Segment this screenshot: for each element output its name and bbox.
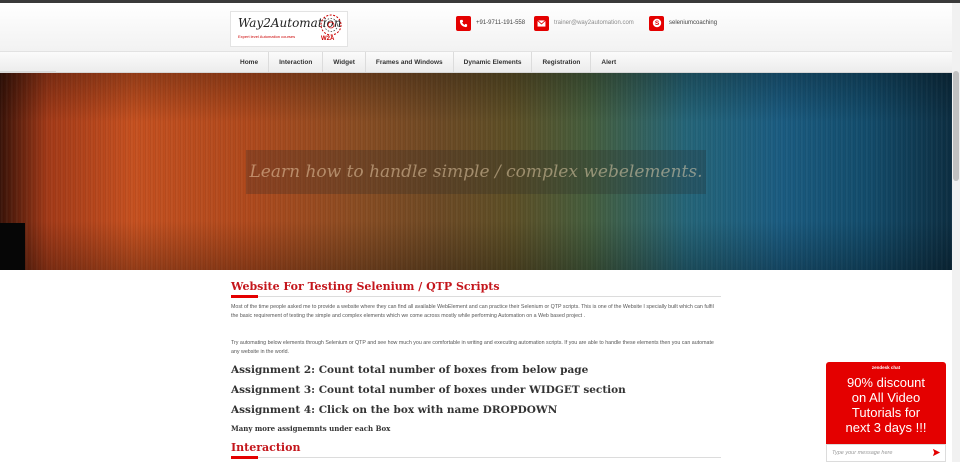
logo-badge: W2A bbox=[321, 36, 335, 42]
chat-widget-label: zendesk chat bbox=[871, 365, 901, 370]
chat-widget-header[interactable]: zendesk chat 90% discount on All Video T… bbox=[826, 362, 946, 444]
title-accent bbox=[231, 295, 258, 298]
chat-promo-message: 90% discount on All Video Tutorials for … bbox=[845, 375, 927, 435]
contact-skype-text: seleniumcoaching bbox=[669, 20, 718, 26]
send-icon[interactable] bbox=[932, 448, 941, 459]
phone-icon bbox=[456, 15, 471, 31]
svg-text:S: S bbox=[654, 20, 659, 27]
logo-spiral-icon bbox=[320, 14, 342, 36]
chat-widget[interactable]: zendesk chat 90% discount on All Video T… bbox=[826, 362, 946, 462]
nav-item-registration[interactable]: Registration bbox=[532, 52, 592, 72]
scrollbar-thumb[interactable] bbox=[953, 71, 959, 181]
skype-icon: S bbox=[649, 15, 664, 31]
nav-item-frames-windows[interactable]: Frames and Windows bbox=[366, 52, 454, 72]
site-logo[interactable]: Way2Automation Expert level Automation c… bbox=[230, 11, 348, 47]
contact-phone-text: +91-9711-191-558 bbox=[476, 20, 526, 26]
nav-item-dynamic-elements[interactable]: Dynamic Elements bbox=[454, 52, 533, 72]
more-assignments-note: Many more assignemnts under each Box bbox=[231, 424, 391, 433]
envelope-icon bbox=[534, 15, 549, 31]
section-title-interaction: Interaction bbox=[231, 441, 301, 454]
instructions-paragraph: Try automating below elements through Se… bbox=[231, 340, 714, 355]
assignment-2: Assignment 2: Count total number of boxe… bbox=[231, 364, 589, 376]
nav-item-widget[interactable]: Widget bbox=[323, 52, 366, 72]
nav-menu: Home Interaction Widget Frames and Windo… bbox=[230, 52, 626, 72]
banner-shadow-block bbox=[0, 223, 25, 270]
chat-message-input[interactable]: Type your message here bbox=[826, 444, 946, 462]
section-accent bbox=[231, 456, 258, 459]
banner-caption: Learn how to handle simple / complex web… bbox=[249, 162, 703, 182]
nav-item-home[interactable]: Home bbox=[230, 52, 270, 72]
contact-phone[interactable]: +91-9711-191-558 bbox=[456, 15, 525, 31]
chat-input-placeholder: Type your message here bbox=[832, 450, 893, 456]
page-scrollbar[interactable] bbox=[952, 3, 960, 462]
logo-subtitle: Expert level Automation courses bbox=[238, 34, 296, 39]
nav-item-interaction[interactable]: Interaction bbox=[269, 52, 324, 72]
hero-banner: Learn how to handle simple / complex web… bbox=[0, 73, 952, 270]
intro-paragraph: Most of the time people asked me to prov… bbox=[231, 304, 714, 319]
contact-email[interactable]: trainer@way2automation.com bbox=[534, 15, 634, 31]
nav-item-alert[interactable]: Alert bbox=[591, 52, 626, 72]
title-divider bbox=[231, 296, 721, 297]
assignment-4: Assignment 4: Click on the box with name… bbox=[231, 404, 558, 416]
section-divider bbox=[231, 457, 721, 458]
contact-skype[interactable]: S seleniumcoaching bbox=[649, 15, 717, 31]
page-title: Website For Testing Selenium / QTP Scrip… bbox=[231, 280, 500, 293]
banner-caption-box: Learn how to handle simple / complex web… bbox=[246, 150, 706, 194]
assignment-3: Assignment 3: Count total number of boxe… bbox=[231, 384, 626, 396]
site-header: Way2Automation Expert level Automation c… bbox=[0, 3, 952, 51]
main-nav: Home Interaction Widget Frames and Windo… bbox=[0, 51, 952, 73]
contact-email-text: trainer@way2automation.com bbox=[554, 20, 634, 26]
